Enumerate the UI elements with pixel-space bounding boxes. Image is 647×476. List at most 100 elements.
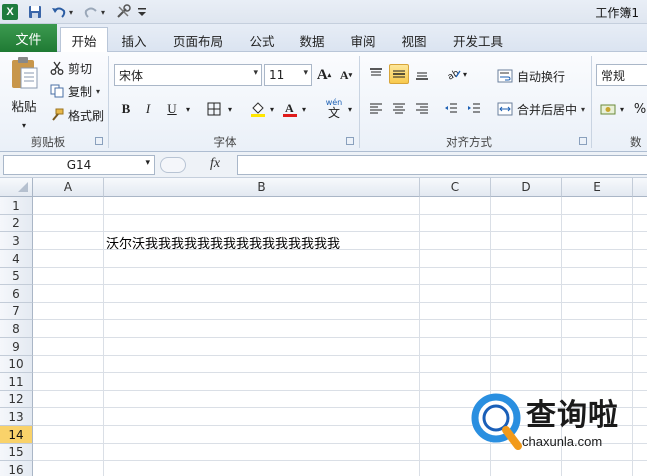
- row-header[interactable]: 12: [0, 391, 33, 408]
- excel-logo-icon[interactable]: X: [2, 4, 18, 20]
- divider: [108, 56, 109, 148]
- row-header[interactable]: 11: [0, 373, 33, 391]
- phonetic-button[interactable]: wén 文: [322, 97, 346, 121]
- row-header[interactable]: 9: [0, 338, 33, 356]
- undo-icon[interactable]: ▾: [48, 3, 76, 21]
- merge-center-button[interactable]: 合并后居中 ▾: [496, 99, 585, 119]
- row-header-active[interactable]: 14: [0, 426, 33, 444]
- alignment-group-label: 对齐方式: [446, 135, 492, 149]
- row-header[interactable]: 6: [0, 285, 33, 303]
- select-all-corner[interactable]: [0, 178, 33, 197]
- gridline: [419, 197, 420, 476]
- font-size-select[interactable]: 11 ▾: [264, 64, 312, 86]
- redo-icon[interactable]: ▾: [80, 3, 108, 21]
- underline-dropdown-icon[interactable]: ▾: [182, 99, 194, 119]
- phonetic-dropdown-icon[interactable]: ▾: [344, 99, 356, 119]
- borders-icon: [207, 102, 221, 116]
- name-box[interactable]: G14 ▾: [3, 155, 155, 175]
- format-painter-button[interactable]: 格式刷: [48, 105, 104, 125]
- paintbrush-icon: [48, 108, 66, 122]
- row-header[interactable]: 16: [0, 461, 33, 476]
- tab-view[interactable]: 视图: [394, 28, 434, 52]
- insert-function-button[interactable]: fx: [210, 156, 220, 172]
- tab-data[interactable]: 数据: [292, 28, 332, 52]
- expand-handle-icon[interactable]: [160, 157, 186, 173]
- accounting-dropdown-icon[interactable]: ▾: [617, 99, 627, 119]
- align-right-button[interactable]: [412, 99, 432, 119]
- gridline: [33, 231, 647, 232]
- row-header[interactable]: 8: [0, 320, 33, 338]
- row-header[interactable]: 2: [0, 215, 33, 232]
- formula-controls: fx: [158, 155, 236, 175]
- align-bottom-button[interactable]: [412, 64, 432, 84]
- accounting-format-button[interactable]: [598, 99, 618, 119]
- tab-file[interactable]: 文件: [0, 24, 57, 52]
- percent-button[interactable]: %: [630, 99, 647, 119]
- cut-button[interactable]: 剪切: [48, 58, 92, 78]
- tools-icon[interactable]: [112, 3, 134, 21]
- font-color-button[interactable]: A: [280, 99, 300, 119]
- underline-button[interactable]: U: [162, 99, 182, 119]
- font-name-select[interactable]: 宋体 ▾: [114, 64, 262, 86]
- align-center-button[interactable]: [389, 99, 409, 119]
- row-header[interactable]: 15: [0, 444, 33, 461]
- column-header-d[interactable]: D: [491, 178, 562, 197]
- align-left-button[interactable]: [366, 99, 386, 119]
- tab-review[interactable]: 审阅: [343, 28, 383, 52]
- shrink-font-button[interactable]: A ▾: [336, 65, 356, 85]
- orientation-dropdown-icon[interactable]: ▾: [460, 64, 470, 84]
- tab-page-layout[interactable]: 页面布局: [164, 28, 232, 52]
- tab-home[interactable]: 开始: [60, 27, 108, 53]
- wrap-text-button[interactable]: 自动换行: [496, 66, 565, 86]
- grow-font-button[interactable]: A ▴: [314, 65, 334, 85]
- clipboard-launcher-icon[interactable]: [95, 137, 103, 145]
- column-header-b[interactable]: B: [104, 178, 420, 197]
- column-header-c[interactable]: C: [420, 178, 491, 197]
- align-top-button[interactable]: [366, 64, 386, 84]
- row-header[interactable]: 5: [0, 268, 33, 285]
- fill-color-dropdown-icon[interactable]: ▾: [266, 99, 278, 119]
- accounting-icon: [600, 104, 616, 115]
- italic-button[interactable]: I: [138, 99, 158, 119]
- paste-dropdown-icon[interactable]: ▾: [22, 121, 26, 130]
- save-icon[interactable]: [26, 3, 44, 21]
- align-left-icon: [370, 103, 382, 114]
- cell-b3[interactable]: 沃尔沃我我我我我我我我我我我我我我我: [106, 233, 340, 252]
- decrease-indent-button[interactable]: [441, 99, 461, 119]
- window-title: 工作簿1: [595, 6, 639, 20]
- row-header[interactable]: 10: [0, 356, 33, 373]
- bold-button[interactable]: B: [116, 99, 136, 119]
- tab-developer[interactable]: 开发工具: [446, 28, 510, 52]
- fill-color-button[interactable]: [248, 99, 268, 119]
- formula-input[interactable]: [237, 155, 647, 175]
- row-header[interactable]: 7: [0, 303, 33, 320]
- borders-dropdown-icon[interactable]: ▾: [224, 99, 236, 119]
- align-center-icon: [393, 103, 405, 114]
- alignment-launcher-icon[interactable]: [579, 137, 587, 145]
- copy-button[interactable]: 复制 ▾: [48, 81, 100, 101]
- row-header[interactable]: 13: [0, 408, 33, 426]
- row-header[interactable]: 1: [0, 197, 33, 215]
- watermark-url: chaxunla.com: [522, 434, 603, 449]
- column-header-a[interactable]: A: [33, 178, 104, 197]
- font-color-icon: A: [283, 101, 297, 117]
- increase-indent-button[interactable]: [464, 99, 484, 119]
- font-launcher-icon[interactable]: [346, 137, 354, 145]
- column-header-e[interactable]: E: [562, 178, 633, 197]
- customize-toolbar-icon[interactable]: [136, 3, 148, 21]
- borders-button[interactable]: [204, 99, 224, 119]
- column-header-f[interactable]: [633, 178, 647, 197]
- tab-insert[interactable]: 插入: [114, 28, 154, 52]
- gridline: [103, 197, 104, 476]
- gridline: [33, 355, 647, 356]
- row-header[interactable]: 3: [0, 232, 33, 250]
- number-format-select[interactable]: 常规: [596, 64, 647, 86]
- gridline: [33, 267, 647, 268]
- font-color-dropdown-icon[interactable]: ▾: [298, 99, 310, 119]
- paste-button[interactable]: 粘贴 ▾: [6, 56, 42, 132]
- align-middle-button[interactable]: [389, 64, 409, 84]
- format-painter-label: 格式刷: [68, 108, 105, 123]
- tab-formulas[interactable]: 公式: [242, 28, 282, 52]
- gridline: [33, 214, 647, 215]
- row-header[interactable]: 4: [0, 250, 33, 268]
